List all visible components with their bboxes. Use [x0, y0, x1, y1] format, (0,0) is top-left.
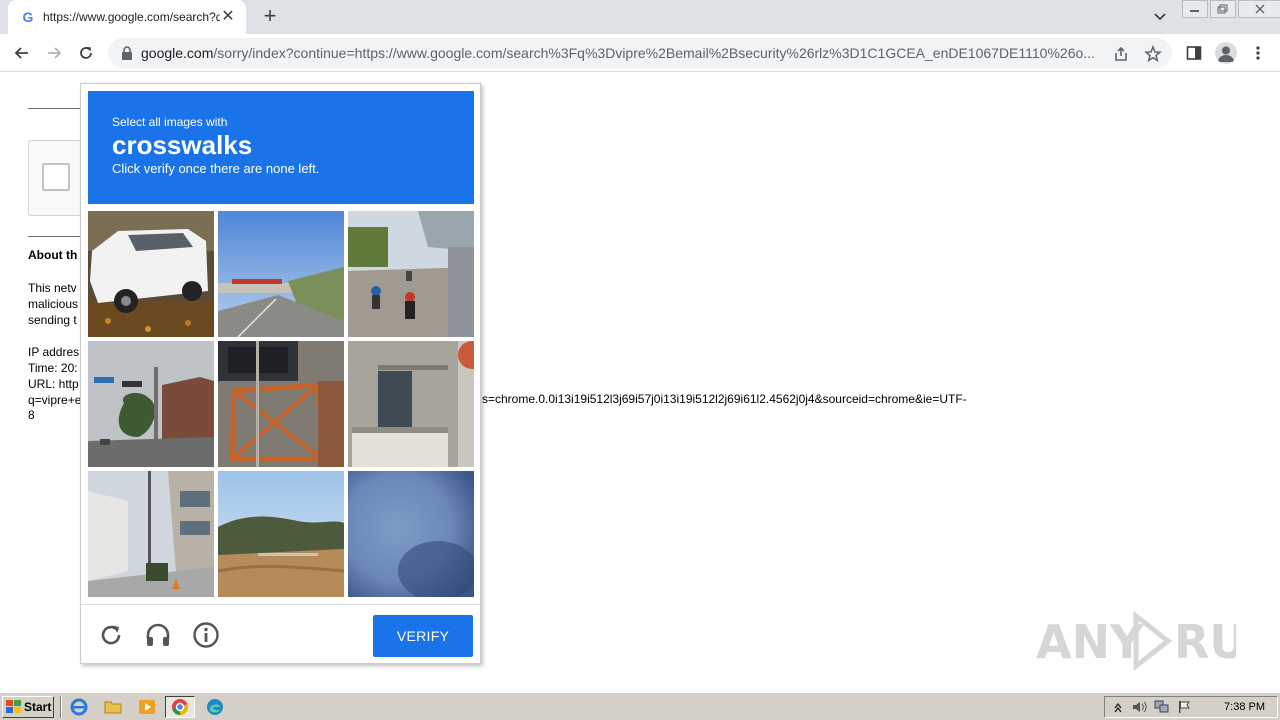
- recaptcha-checkbox[interactable]: [42, 163, 70, 191]
- captcha-subtitle: Select all images with: [112, 115, 228, 129]
- restore-button[interactable]: [1210, 0, 1236, 18]
- arrow-right-icon: [48, 47, 62, 59]
- captcha-target: crosswalks: [112, 130, 253, 160]
- about-heading: About th: [28, 248, 78, 262]
- start-label: Start: [24, 700, 52, 714]
- traffic-light-image-icon: [88, 341, 214, 467]
- flag-icon[interactable]: [1175, 699, 1193, 715]
- browser-toolbar: google.com/sorry/index?continue=https://…: [0, 34, 1280, 72]
- request-info: IP addres Time: 20: URL: http q=vipre+e: [28, 345, 82, 407]
- share-icon[interactable]: [1112, 45, 1130, 63]
- avatar-icon: [1215, 42, 1237, 64]
- forward-button[interactable]: [42, 41, 66, 65]
- volume-icon[interactable]: [1131, 699, 1149, 715]
- start-button[interactable]: Start: [2, 696, 54, 718]
- arrow-left-icon: [14, 47, 28, 59]
- captcha-footer: VERIFY: [81, 604, 480, 664]
- tab-title: https://www.google.com/search?q=: [43, 10, 220, 24]
- reload-challenge-icon[interactable]: [97, 621, 125, 649]
- tile-motorcycles-road[interactable]: [348, 211, 474, 337]
- tray-expand-icon[interactable]: [1109, 699, 1127, 715]
- bridge-image-icon: [218, 211, 344, 337]
- file-explorer-icon[interactable]: [102, 697, 124, 717]
- url-text: google.com/sorry/index?continue=https://…: [141, 45, 1103, 61]
- tile-river-landscape[interactable]: [218, 471, 344, 597]
- car-image-icon: [88, 211, 214, 337]
- request-url-tail-2: 8: [28, 408, 35, 422]
- reload-button[interactable]: [74, 41, 98, 65]
- bookmark-star-icon[interactable]: [1144, 45, 1162, 63]
- internet-explorer-icon[interactable]: [68, 697, 90, 717]
- blur-image-icon: [348, 471, 474, 597]
- lock-icon: [122, 46, 132, 60]
- captcha-challenge-dialog: Select all images with crosswalks Click …: [80, 83, 481, 664]
- network-icon[interactable]: [1153, 699, 1171, 715]
- building-image-icon: [348, 341, 474, 467]
- tile-building-wall[interactable]: [348, 341, 474, 467]
- google-favicon-icon: G: [22, 9, 34, 25]
- svg-text:RUN: RUN: [1174, 615, 1236, 669]
- about-paragraph: This netv malicious sending t: [28, 281, 79, 327]
- tile-highway-overpass[interactable]: [218, 211, 344, 337]
- close-window-button[interactable]: [1238, 0, 1280, 18]
- tab-strip: G https://www.google.com/search?q= ✕ +: [0, 0, 1280, 34]
- street-image-icon: [88, 471, 214, 597]
- divider: [28, 236, 88, 237]
- url-path: /sorry/index?continue=https://www.google…: [213, 45, 1095, 61]
- headphones-icon[interactable]: [144, 621, 172, 649]
- address-bar[interactable]: google.com/sorry/index?continue=https://…: [108, 38, 1172, 68]
- svg-text:ANY: ANY: [1036, 615, 1144, 669]
- captcha-image-grid: [88, 211, 474, 597]
- anyrun-logo-icon: ANY RUN: [1036, 610, 1236, 672]
- motorcycle-image-icon: [348, 211, 474, 337]
- anyrun-watermark: ANY RUN: [1036, 608, 1236, 674]
- kebab-menu-icon: [1256, 46, 1260, 60]
- tile-city-street[interactable]: [88, 471, 214, 597]
- side-panel-icon: [1186, 46, 1202, 60]
- request-url-tail: s=chrome.0.0i13i19i512l3j69i57j0i13i19i5…: [482, 392, 967, 406]
- tile-white-suv[interactable]: [88, 211, 214, 337]
- recaptcha-widget: [28, 140, 88, 216]
- chrome-taskbar-icon[interactable]: [165, 696, 195, 718]
- tab-close-icon[interactable]: ✕: [220, 9, 236, 25]
- tile-orange-fence[interactable]: [218, 341, 344, 467]
- new-tab-button[interactable]: +: [258, 5, 282, 29]
- media-player-icon[interactable]: [136, 697, 158, 717]
- tile-blurry-blue[interactable]: [348, 471, 474, 597]
- system-tray: 7:38 PM: [1104, 696, 1278, 718]
- window-controls: [1182, 0, 1280, 18]
- tab-search-chevron-icon[interactable]: [1150, 8, 1170, 26]
- minimize-button[interactable]: [1182, 0, 1208, 18]
- info-icon[interactable]: [192, 621, 220, 649]
- tile-street-traffic-light[interactable]: [88, 341, 214, 467]
- taskbar: Start 7:38 PM: [0, 692, 1280, 720]
- menu-button[interactable]: [1246, 41, 1270, 65]
- windows-logo-icon: [6, 700, 21, 713]
- url-host: google.com: [141, 45, 214, 61]
- profile-button[interactable]: [1214, 41, 1238, 65]
- captcha-header: Select all images with crosswalks Click …: [88, 91, 474, 204]
- fence-image-icon: [218, 341, 344, 467]
- landscape-image-icon: [218, 471, 344, 597]
- clock: 7:38 PM: [1224, 701, 1265, 713]
- captcha-instruction: Click verify once there are none left.: [112, 161, 320, 176]
- side-panel-button[interactable]: [1182, 41, 1206, 65]
- browser-tab[interactable]: G https://www.google.com/search?q= ✕: [8, 0, 246, 34]
- edge-icon[interactable]: [204, 697, 226, 717]
- divider: [28, 108, 88, 109]
- verify-button[interactable]: VERIFY: [373, 615, 473, 657]
- back-button[interactable]: [10, 41, 34, 65]
- reload-icon: [80, 47, 92, 59]
